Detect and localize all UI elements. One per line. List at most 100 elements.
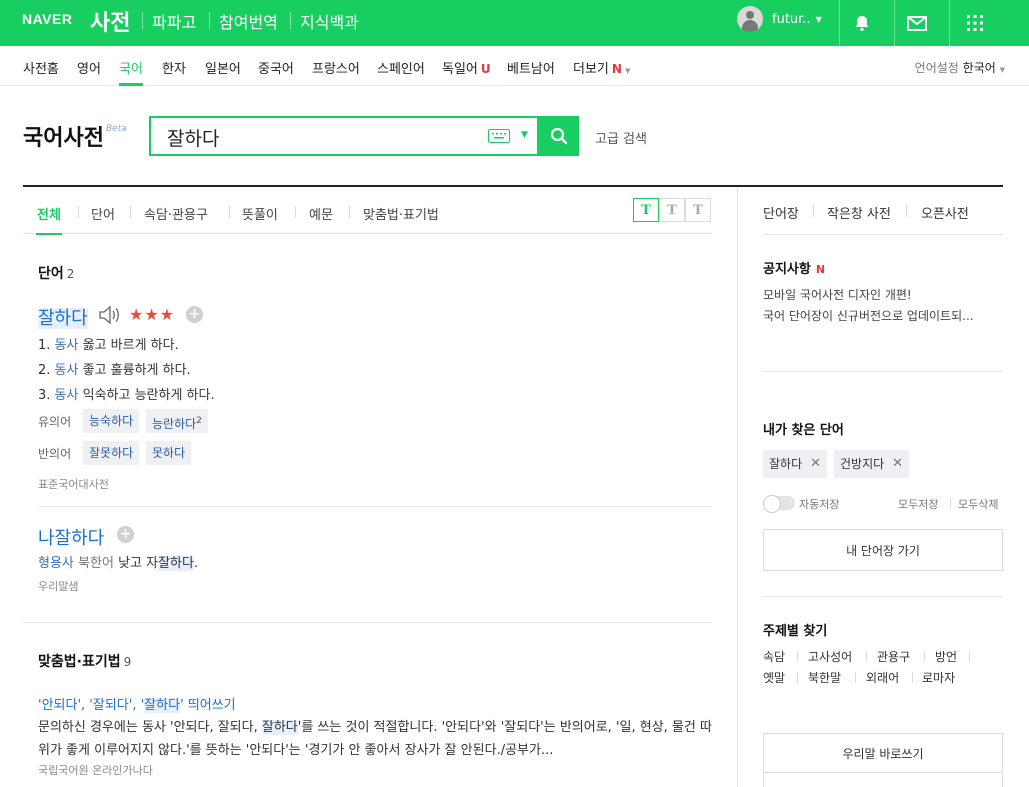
topic-link[interactable]: 옛말 — [763, 669, 785, 686]
user-menu[interactable]: futur.. ▼ — [737, 6, 822, 32]
divider — [209, 12, 210, 29]
part-of-speech[interactable]: 동사 — [55, 338, 79, 353]
notification-button[interactable] — [839, 0, 884, 46]
part-of-speech[interactable]: 형용사 — [38, 556, 74, 571]
mail-button[interactable] — [894, 0, 939, 46]
sidebar-tab-open-dictionary[interactable]: 오픈사전 — [921, 203, 969, 222]
advanced-search-link[interactable]: 고급 검색 — [595, 128, 647, 147]
text-size-medium-button[interactable]: T — [659, 198, 685, 222]
nav-item-hanja[interactable]: 한자 — [162, 58, 186, 77]
notice-item[interactable]: 모바일 국어사전 디자인 개편! — [763, 286, 912, 303]
topic-link[interactable]: 방언 — [935, 648, 957, 665]
synonym-label: 유의어 — [38, 415, 72, 429]
dictionary-logo[interactable]: 사전 — [90, 5, 130, 37]
nav-item-korean[interactable]: 국어 — [119, 58, 143, 86]
sidebar-tab-mini-dictionary[interactable]: 작은창 사전 — [827, 203, 891, 222]
spelling-item-title[interactable]: '안되다', '잘되다', '잘하다' 띄어쓰기 — [38, 694, 236, 713]
add-to-wordbook-button[interactable]: + — [186, 306, 203, 323]
section-title-spelling: 맞춤법·표기법 9 — [38, 654, 132, 670]
antonym-chip[interactable]: 못하다 — [146, 441, 192, 465]
top-bar: NAVER 사전 파파고 참여번역 지식백과 futur.. ▼ — [0, 0, 1029, 46]
divider — [78, 206, 79, 218]
search-button[interactable] — [539, 116, 579, 156]
dropdown-arrow-icon[interactable]: ▼ — [521, 130, 528, 140]
source-label[interactable]: 우리말샘 — [38, 578, 78, 594]
entry-word[interactable]: 나잘하다 — [38, 524, 104, 550]
link-translation[interactable]: 참여번역 — [219, 9, 278, 33]
topic-link[interactable]: 속담 — [763, 648, 785, 665]
text-size-small-button[interactable]: T — [633, 198, 659, 222]
nav-item-spanish[interactable]: 스페인어 — [377, 58, 425, 77]
divider — [855, 672, 856, 683]
speaker-icon[interactable] — [98, 305, 122, 325]
part-of-speech[interactable]: 동사 — [55, 388, 79, 403]
tab-words[interactable]: 단어 — [91, 204, 115, 223]
tab-meanings[interactable]: 뜻풀이 — [242, 204, 278, 223]
caret-down-icon: ▼ — [815, 14, 822, 24]
tab-idioms[interactable]: 속담·관용구 — [144, 204, 208, 223]
divider — [912, 672, 913, 683]
tab-all[interactable]: 전체 — [36, 204, 62, 235]
naver-logo[interactable]: NAVER — [22, 11, 72, 27]
source-label[interactable]: 표준국어대사전 — [38, 476, 109, 492]
delete-all-button[interactable]: 모두삭제 — [958, 496, 998, 512]
topic-link[interactable]: 고사성어 — [808, 648, 852, 665]
search-query: 잘하다 — [167, 128, 220, 150]
antonym-chip[interactable]: 잘못하다 — [83, 441, 140, 465]
definition: 형용사 북한어 낮고 자잘하다. — [38, 556, 199, 571]
tab-spelling[interactable]: 맞춤법·표기법 — [363, 204, 439, 223]
save-all-button[interactable]: 모두저장 — [898, 496, 938, 512]
avatar — [737, 6, 763, 32]
autosave-label: 자동저장 — [799, 498, 840, 511]
topic-link[interactable]: 외래어 — [866, 669, 899, 686]
close-icon[interactable]: ✕ — [892, 450, 903, 478]
divider — [229, 206, 230, 218]
link-encyclopedia[interactable]: 지식백과 — [300, 9, 359, 33]
divider — [349, 206, 350, 218]
panel-frame — [763, 773, 1003, 787]
notice-item[interactable]: 국어 단어장이 신규버전으로 업데이트되... — [763, 307, 974, 324]
divider — [813, 205, 814, 217]
keyboard-icon[interactable] — [488, 129, 510, 143]
divider — [38, 506, 712, 507]
close-icon[interactable]: ✕ — [810, 450, 821, 478]
nav-item-japanese[interactable]: 일본어 — [205, 58, 241, 77]
correct-korean-button[interactable]: 우리말 바로쓰기 — [763, 733, 1003, 773]
nav-item-more[interactable]: 더보기 N ▼ — [573, 58, 630, 77]
user-name: futur.. — [772, 11, 811, 27]
nav-item-home[interactable]: 사전홈 — [23, 58, 59, 77]
autosave-toggle[interactable] — [763, 495, 795, 513]
add-to-wordbook-button[interactable]: + — [117, 526, 134, 543]
nav-item-chinese[interactable]: 중국어 — [258, 58, 294, 77]
divider — [295, 206, 296, 218]
nav-item-french[interactable]: 프랑스어 — [312, 58, 360, 77]
search-input[interactable]: 잘하다 ▼ — [149, 116, 539, 156]
link-papago[interactable]: 파파고 — [152, 9, 196, 33]
result-tabs: 전체 단어 속담·관용구 뜻풀이 예문 맞춤법·표기법 T T T — [23, 187, 712, 235]
dictionary-title[interactable]: 국어사전 — [23, 120, 104, 152]
source-label[interactable]: 국립국어원 온라인가나다 — [38, 762, 153, 778]
wordbook-button[interactable]: 내 단어장 가기 — [763, 529, 1003, 571]
tab-examples[interactable]: 예문 — [309, 204, 333, 223]
divider — [797, 651, 798, 662]
recent-word-chip[interactable]: 건방지다 ✕ — [834, 450, 910, 478]
sidebar-tab-wordbook[interactable]: 단어장 — [763, 203, 799, 222]
synonym-chip[interactable]: 능란하다2 — [146, 409, 208, 433]
language-setting[interactable]: 언어설정 한국어 ▼ — [915, 59, 1005, 76]
synonym-chip[interactable]: 능숙하다 — [83, 409, 140, 433]
nav-item-german[interactable]: 독일어 U — [442, 58, 491, 77]
nav-item-vietnamese[interactable]: 베트남어 — [507, 58, 555, 77]
nav-item-english[interactable]: 영어 — [77, 58, 101, 77]
apps-button[interactable] — [949, 0, 999, 46]
entry-word[interactable]: 잘하다 — [38, 304, 88, 330]
recent-word-chip[interactable]: 잘하다 ✕ — [763, 450, 828, 478]
definition: 1. 동사 옳고 바르게 하다. — [38, 338, 179, 353]
notice-title: 공지사항 N — [763, 262, 826, 277]
caret-down-icon: ▼ — [999, 66, 1005, 74]
divider — [142, 12, 143, 29]
text-size-large-button[interactable]: T — [685, 198, 711, 222]
topic-link[interactable]: 북한말 — [808, 669, 841, 686]
part-of-speech[interactable]: 동사 — [55, 363, 79, 378]
topic-link[interactable]: 로마자 — [922, 669, 955, 686]
topic-link[interactable]: 관용구 — [877, 648, 910, 665]
